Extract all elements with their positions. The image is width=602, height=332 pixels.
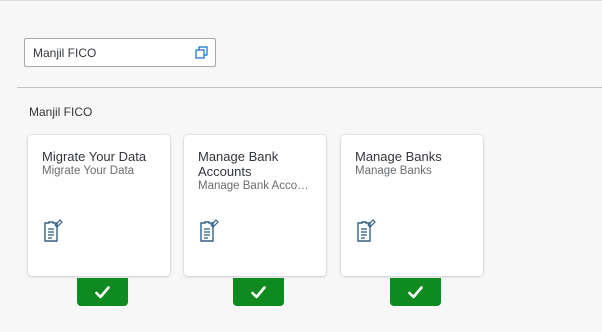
group-name-input[interactable]: Manjil FICO — [24, 38, 216, 67]
group-name-value: Manjil FICO — [33, 45, 97, 60]
top-border — [0, 0, 602, 1]
tile-subtitle: Migrate Your Data — [42, 165, 135, 177]
check-icon — [95, 285, 110, 298]
status-badge — [233, 278, 284, 306]
tile-manage-banks[interactable]: Manage Banks Manage Banks — [341, 135, 483, 276]
value-help-icon[interactable] — [195, 46, 208, 59]
tile-title: Manage Banks — [355, 149, 442, 164]
check-icon — [408, 285, 423, 298]
app-page: Manjil FICO Manjil FICO Migrate Your Dat… — [0, 0, 602, 332]
status-badge — [77, 278, 128, 306]
tile-manage-bank-accounts[interactable]: Manage Bank Accounts Manage Bank Accou..… — [184, 135, 326, 276]
tile-subtitle: Manage Bank Accou... — [198, 180, 313, 192]
tile-migrate-your-data[interactable]: Migrate Your Data Migrate Your Data — [28, 135, 170, 276]
status-badge — [390, 278, 441, 306]
tile-subtitle: Manage Banks — [355, 165, 432, 177]
group-title: Manjil FICO — [29, 105, 93, 119]
document-edit-icon — [44, 219, 63, 242]
section-divider — [17, 87, 602, 88]
tile-title: Migrate Your Data — [42, 149, 147, 164]
document-edit-icon — [200, 219, 219, 242]
document-edit-icon — [357, 219, 376, 242]
check-icon — [251, 285, 266, 298]
tile-title: Manage Bank Accounts — [198, 149, 279, 179]
